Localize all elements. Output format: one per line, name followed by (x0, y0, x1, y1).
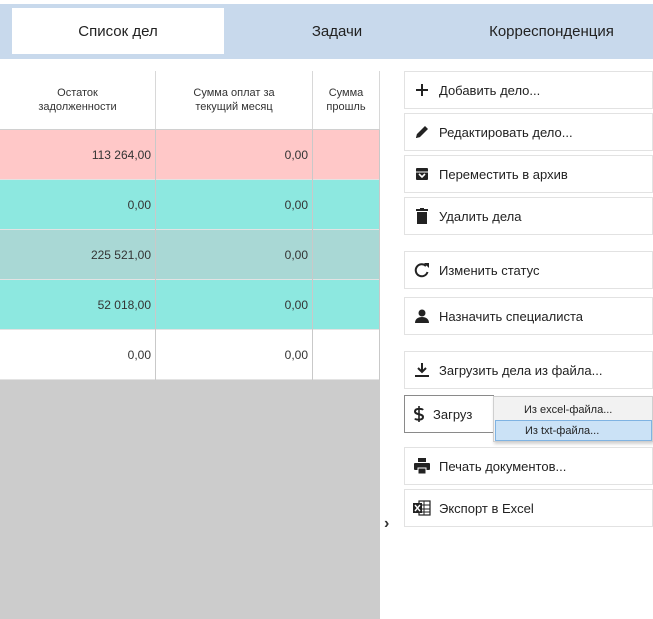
cell-debt-balance: 0,00 (0, 330, 156, 380)
export-excel-button[interactable]: Экспорт в Excel (404, 489, 653, 527)
delete-cases-button[interactable]: Удалить дела (404, 197, 653, 235)
delete-cases-label: Удалить дела (439, 208, 522, 224)
add-case-label: Добавить дело... (439, 82, 541, 98)
upload-payments-label: Загруз (433, 406, 473, 422)
cell-debt-balance: 113 264,00 (0, 130, 156, 180)
cell-payments-current-month: 0,00 (156, 330, 313, 380)
trash-icon (405, 208, 439, 224)
tab-bar: Список дел Задачи Корреспонденция (0, 0, 653, 62)
pencil-icon (405, 124, 439, 140)
cell-payments-current-month: 0,00 (156, 130, 313, 180)
dollar-icon (405, 406, 433, 422)
cell-payments-previous (313, 280, 380, 330)
upload-payments-button[interactable]: Загруз (404, 395, 494, 433)
archive-icon (405, 167, 439, 181)
person-icon (405, 308, 439, 324)
print-documents-button[interactable]: Печать документов... (404, 447, 653, 485)
column-header-payments-previous[interactable]: Сумма прошль (313, 71, 380, 129)
cell-debt-balance: 0,00 (0, 180, 156, 230)
refresh-icon (405, 262, 439, 278)
cell-payments-previous (313, 230, 380, 280)
plus-icon (405, 83, 439, 97)
cell-payments-previous (313, 180, 380, 230)
table-row[interactable]: 225 521,00 0,00 (0, 230, 380, 280)
change-status-button[interactable]: Изменить статус (404, 251, 653, 289)
table-row[interactable]: 0,00 0,00 (0, 330, 380, 380)
download-icon (405, 362, 439, 378)
edit-case-label: Редактировать дело... (439, 124, 573, 140)
column-header-debt-balance[interactable]: Остаток задолженности (0, 71, 156, 129)
cell-payments-previous (313, 130, 380, 180)
table-row[interactable]: 52 018,00 0,00 (0, 280, 380, 330)
grid-header: Остаток задолженности Сумма оплат за тек… (0, 71, 380, 130)
column-header-payments-current-month[interactable]: Сумма оплат за текущий месяц (156, 71, 313, 129)
submenu-item-from-txt[interactable]: Из txt-файла... (495, 420, 652, 441)
export-excel-label: Экспорт в Excel (439, 500, 534, 516)
cell-payments-current-month: 0,00 (156, 180, 313, 230)
cell-payments-previous (313, 330, 380, 380)
assign-specialist-button[interactable]: Назначить специалиста (404, 297, 653, 335)
archive-button[interactable]: Переместить в архив (404, 155, 653, 193)
cell-debt-balance: 52 018,00 (0, 280, 156, 330)
archive-label: Переместить в архив (439, 166, 568, 182)
print-documents-label: Печать документов... (439, 458, 567, 474)
cell-payments-current-month: 0,00 (156, 230, 313, 280)
tab-case-list[interactable]: Список дел (12, 8, 224, 54)
upload-cases-label: Загрузить дела из файла... (439, 362, 603, 378)
cell-debt-balance: 225 521,00 (0, 230, 156, 280)
upload-payments-submenu: Из excel-файла... Из txt-файла... (493, 396, 653, 442)
table-row[interactable]: 0,00 0,00 (0, 180, 380, 230)
upload-cases-button[interactable]: Загрузить дела из файла... (404, 351, 653, 389)
tab-correspondence[interactable]: Корреспонденция (450, 8, 653, 54)
edit-case-button[interactable]: Редактировать дело... (404, 113, 653, 151)
table-row[interactable]: 113 264,00 0,00 (0, 130, 380, 180)
printer-icon (405, 458, 439, 474)
assign-specialist-label: Назначить специалиста (439, 308, 584, 324)
tab-tasks[interactable]: Задачи (232, 8, 442, 54)
cases-grid[interactable]: Остаток задолженности Сумма оплат за тек… (0, 71, 380, 619)
submenu-item-from-excel[interactable]: Из excel-файла... (495, 399, 652, 420)
excel-icon (405, 500, 439, 516)
change-status-label: Изменить статус (439, 262, 540, 278)
add-case-button[interactable]: Добавить дело... (404, 71, 653, 109)
chevron-right-icon[interactable]: › (384, 515, 389, 533)
cell-payments-current-month: 0,00 (156, 280, 313, 330)
